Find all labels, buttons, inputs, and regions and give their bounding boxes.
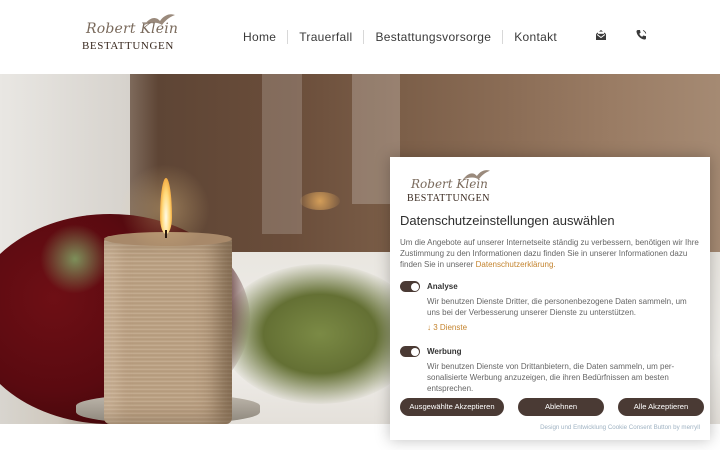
cookie-credit-link[interactable]: Design und Entwicklung Cookie Consent Bu… [540, 424, 700, 431]
cookie-title: Datenschutzeinstellungen auswählen [400, 213, 615, 228]
accept-all-button[interactable]: Alle Akzeptieren [618, 398, 704, 416]
logo-main: BESTATTUNGEN [82, 40, 174, 52]
panel-logo: Robert Klein BESTATTUNGEN [407, 169, 497, 205]
privacy-policy-link[interactable]: Datenschutzerklärung. [476, 260, 556, 269]
phone-icon[interactable] [634, 28, 648, 42]
nav-bestattungsvorsorge[interactable]: Bestattungsvorsorge [364, 28, 502, 46]
logo-script: Robert Klein [86, 21, 179, 37]
panel-logo-script: Robert Klein [411, 177, 488, 191]
werbung-label: Werbung [427, 347, 462, 356]
cookie-intro: Um die Angebote auf unserer Internetseit… [400, 237, 700, 271]
mail-icon[interactable] [594, 28, 608, 42]
analyse-description: Wir benutzen Dienste Dritter, die person… [427, 297, 687, 318]
cookie-consent-panel: Robert Klein BESTATTUNGEN Datenschutzein… [390, 157, 710, 440]
reject-button[interactable]: Ablehnen [518, 398, 604, 416]
site-header: Robert Klein BESTATTUNGEN Home Trauerfal… [0, 0, 720, 74]
werbung-description: Wir benutzen Dienste von Drittanbietern,… [427, 362, 675, 394]
analyse-label: Analyse [427, 282, 458, 291]
panel-logo-main: BESTATTUNGEN [407, 193, 490, 204]
main-nav: Home Trauerfall Bestattungsvorsorge Kont… [232, 28, 568, 46]
nav-kontakt[interactable]: Kontakt [503, 28, 568, 46]
nav-trauerfall[interactable]: Trauerfall [288, 28, 363, 46]
accept-selected-button[interactable]: Ausgewählte Akzeptieren [400, 398, 504, 416]
analyse-toggle[interactable] [400, 281, 420, 292]
werbung-toggle[interactable] [400, 346, 420, 357]
nav-home[interactable]: Home [232, 28, 287, 46]
candle [104, 236, 232, 424]
analyse-services-link[interactable]: ↓ 3 Dienste [427, 323, 467, 332]
site-logo[interactable]: Robert Klein BESTATTUNGEN [82, 13, 182, 55]
